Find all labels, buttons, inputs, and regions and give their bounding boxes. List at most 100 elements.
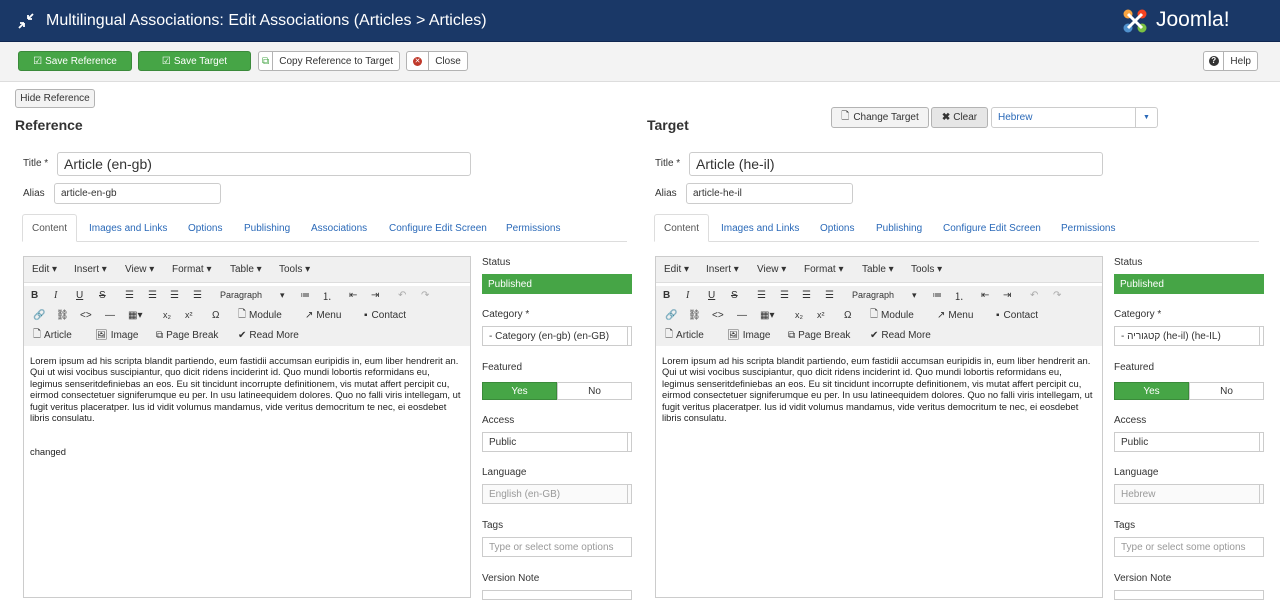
tab-configure-edit-screen[interactable]: Configure Edit Screen (389, 214, 487, 242)
category-select[interactable]: - קטגוריה (he-il) (he-IL) (1114, 326, 1264, 346)
underline-icon[interactable]: U (76, 286, 83, 304)
menu-table[interactable]: Table ▾ (230, 264, 262, 275)
tab-associations[interactable]: Associations (311, 214, 367, 242)
menu-view[interactable]: View ▾ (757, 264, 786, 275)
contact-button[interactable]: ▪ Contact (996, 306, 1038, 324)
bullet-list-icon[interactable]: ≔ (932, 286, 942, 304)
paragraph-select[interactable]: Paragraph ▾ (852, 286, 917, 304)
page-break-button[interactable]: ⧉ Page Break (788, 326, 850, 344)
editor-content[interactable]: Lorem ipsum ad his scripta blandit parti… (30, 355, 462, 458)
numbered-list-icon[interactable]: ⒈ (322, 286, 332, 304)
menu-edit[interactable]: Edit ▾ (664, 264, 689, 275)
reference-title-input[interactable]: Article (en-gb) (57, 152, 471, 176)
align-left-icon[interactable]: ☰ (125, 286, 134, 304)
status-published[interactable]: Published (482, 274, 632, 294)
menu-format[interactable]: Format ▾ (172, 264, 211, 275)
menu-button[interactable]: ↗ Menu (937, 306, 973, 324)
table-icon[interactable]: ▦▾ (128, 306, 142, 324)
table-icon[interactable]: ▦▾ (760, 306, 774, 324)
code-icon[interactable]: <> (80, 306, 92, 324)
special-char-icon[interactable]: Ω (212, 306, 219, 324)
subscript-icon[interactable]: x₂ (795, 306, 803, 324)
menu-tools[interactable]: Tools ▾ (911, 264, 942, 275)
target-title-input[interactable]: Article (he-il) (689, 152, 1103, 176)
tags-input[interactable]: Type or select some options (482, 537, 632, 557)
menu-insert[interactable]: Insert ▾ (706, 264, 739, 275)
tags-input[interactable]: Type or select some options (1114, 537, 1264, 557)
editor-content[interactable]: Lorem ipsum ad his scripta blandit parti… (662, 355, 1094, 423)
tab-options[interactable]: Options (820, 214, 854, 242)
horizontal-rule-icon[interactable]: — (737, 306, 747, 324)
tab-publishing[interactable]: Publishing (244, 214, 290, 242)
contact-button[interactable]: ▪ Contact (364, 306, 406, 324)
hide-reference-button[interactable]: Hide Reference (15, 89, 95, 108)
menu-edit[interactable]: Edit ▾ (32, 264, 57, 275)
article-button[interactable]: 🗋 Article (33, 326, 72, 344)
menu-table[interactable]: Table ▾ (862, 264, 894, 275)
save-reference-button[interactable]: ☑ Save Reference (18, 51, 132, 71)
help-button[interactable]: ? Help (1203, 51, 1258, 71)
tab-content[interactable]: Content (654, 214, 709, 242)
tab-publishing[interactable]: Publishing (876, 214, 922, 242)
tab-configure-edit-screen[interactable]: Configure Edit Screen (943, 214, 1041, 242)
target-alias-input[interactable]: article-he-il (686, 183, 853, 204)
strikethrough-icon[interactable]: S (731, 286, 738, 304)
italic-icon[interactable]: I (686, 286, 689, 304)
reference-alias-input[interactable]: article-en-gb (54, 183, 221, 204)
redo-icon[interactable]: ↷ (1053, 286, 1061, 304)
menu-tools[interactable]: Tools ▾ (279, 264, 310, 275)
horizontal-rule-icon[interactable]: — (105, 306, 115, 324)
indent-icon[interactable]: ⇥ (1003, 286, 1011, 304)
link-icon[interactable]: 🔗 (33, 306, 45, 324)
tab-permissions[interactable]: Permissions (1061, 214, 1115, 242)
bullet-list-icon[interactable]: ≔ (300, 286, 310, 304)
page-break-button[interactable]: ⧉ Page Break (156, 326, 218, 344)
read-more-button[interactable]: ✔ Read More (870, 326, 931, 344)
align-right-icon[interactable]: ☰ (802, 286, 811, 304)
module-button[interactable]: 🗋 Module (238, 306, 282, 324)
version-note-input[interactable] (482, 590, 632, 600)
menu-view[interactable]: View ▾ (125, 264, 154, 275)
featured-yes[interactable]: Yes (482, 382, 557, 400)
featured-toggle[interactable]: Yes No (482, 382, 632, 400)
align-right-icon[interactable]: ☰ (170, 286, 179, 304)
tab-content[interactable]: Content (22, 214, 77, 242)
code-icon[interactable]: <> (712, 306, 724, 324)
tab-options[interactable]: Options (188, 214, 222, 242)
change-target-button[interactable]: 🗋 Change Target (831, 107, 929, 128)
version-note-input[interactable] (1114, 590, 1264, 600)
outdent-icon[interactable]: ⇤ (349, 286, 357, 304)
tab-images-links[interactable]: Images and Links (89, 214, 167, 242)
status-published[interactable]: Published (1114, 274, 1264, 294)
align-justify-icon[interactable]: ☰ (825, 286, 834, 304)
article-button[interactable]: 🗋 Article (665, 326, 704, 344)
read-more-button[interactable]: ✔ Read More (238, 326, 299, 344)
menu-insert[interactable]: Insert ▾ (74, 264, 107, 275)
outdent-icon[interactable]: ⇤ (981, 286, 989, 304)
category-select[interactable]: - Category (en-gb) (en-GB) (482, 326, 632, 346)
align-center-icon[interactable]: ☰ (148, 286, 157, 304)
link-icon[interactable]: 🔗 (665, 306, 677, 324)
copy-reference-button[interactable]: ⧉ Copy Reference to Target (258, 51, 400, 71)
tab-images-links[interactable]: Images and Links (721, 214, 799, 242)
featured-no[interactable]: No (557, 382, 632, 400)
unlink-icon[interactable]: ⛓ (56, 306, 69, 324)
menu-button[interactable]: ↗ Menu (305, 306, 341, 324)
superscript-icon[interactable]: x² (185, 306, 193, 324)
featured-yes[interactable]: Yes (1114, 382, 1189, 400)
undo-icon[interactable]: ↶ (398, 286, 406, 304)
collapse-icon[interactable] (17, 12, 35, 30)
close-button[interactable]: ✕ Close (406, 51, 468, 71)
target-language-select[interactable]: Hebrew ▼ (991, 107, 1158, 128)
access-select[interactable]: Public (482, 432, 632, 452)
unlink-icon[interactable]: ⛓ (688, 306, 701, 324)
redo-icon[interactable]: ↷ (421, 286, 429, 304)
bold-icon[interactable]: B (31, 286, 38, 304)
strikethrough-icon[interactable]: S (99, 286, 106, 304)
menu-format[interactable]: Format ▾ (804, 264, 843, 275)
align-left-icon[interactable]: ☰ (757, 286, 766, 304)
indent-icon[interactable]: ⇥ (371, 286, 379, 304)
paragraph-select[interactable]: Paragraph ▾ (220, 286, 285, 304)
special-char-icon[interactable]: Ω (844, 306, 851, 324)
module-button[interactable]: 🗋 Module (870, 306, 914, 324)
